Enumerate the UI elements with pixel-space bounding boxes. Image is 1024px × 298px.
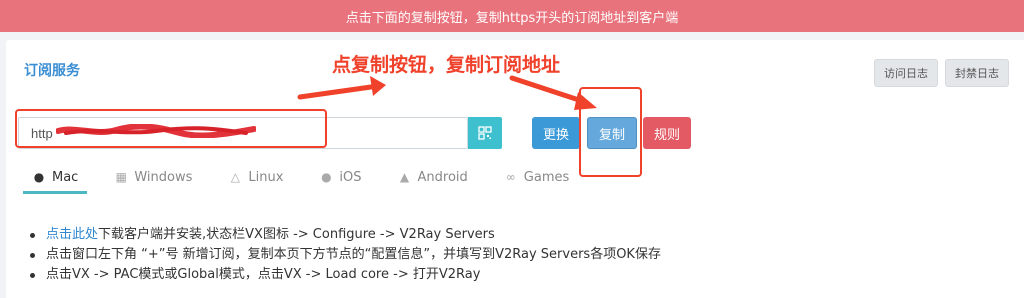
instruction-text: 点击窗口左下角 “+”号 新增订阅，复制本页下方节点的“配置信息”，并填写到V2… — [46, 247, 661, 262]
tab-games[interactable]: ∞ Games — [495, 160, 578, 194]
tab-android[interactable]: ▲ Android — [389, 160, 477, 194]
subscription-url-value: http — [31, 125, 53, 141]
qr-code-button[interactable] — [468, 117, 502, 149]
tab-label: Mac — [52, 169, 79, 185]
ban-log-button[interactable]: 封禁日志 — [945, 59, 1009, 87]
tab-label: Windows — [134, 169, 193, 185]
windows-icon: ▦ — [115, 170, 128, 184]
copy-button[interactable]: 复制 — [587, 117, 638, 149]
platform-tabs: ● Mac ▦ Windows △ Linux ● iOS ▲ Android … — [23, 160, 596, 194]
tab-label: Linux — [248, 169, 284, 185]
instruction-text: 下载客户端并安装,状态栏VX图标 -> Configure -> V2Ray S… — [98, 227, 495, 242]
linux-icon: △ — [230, 170, 240, 184]
tab-windows[interactable]: ▦ Windows — [105, 160, 201, 194]
instructions-list: 点击此处下载客户端并安装,状态栏VX图标 -> Configure -> V2R… — [28, 225, 661, 285]
notice-banner-text: 点击下面的复制按钮，复制https开头的订阅地址到客户端 — [345, 10, 679, 26]
android-icon: ▲ — [399, 170, 410, 184]
card-title: 订阅服务 — [24, 63, 80, 79]
rules-button[interactable]: 规则 — [643, 117, 692, 149]
qr-code-icon — [478, 126, 492, 140]
apple-icon: ● — [321, 170, 332, 184]
instruction-item: 点击VX -> PAC模式或Global模式，点击VX -> Load core… — [28, 265, 661, 285]
tab-mac[interactable]: ● Mac — [23, 160, 88, 194]
annotation-text: 点复制按钮，复制订阅地址 — [332, 54, 561, 76]
tab-linux[interactable]: △ Linux — [219, 160, 292, 194]
tab-ios[interactable]: ● iOS — [310, 160, 370, 194]
instruction-item: 点击此处下载客户端并安装,状态栏VX图标 -> Configure -> V2R… — [28, 225, 661, 245]
download-link[interactable]: 点击此处 — [46, 227, 98, 242]
tab-label: Games — [523, 169, 570, 185]
tab-label: iOS — [339, 169, 362, 185]
notice-banner: 点击下面的复制按钮，复制https开头的订阅地址到客户端 — [0, 0, 1024, 32]
instruction-text: 点击VX -> PAC模式或Global模式，点击VX -> Load core… — [46, 267, 481, 282]
tab-label: Android — [417, 169, 468, 185]
instruction-item: 点击窗口左下角 “+”号 新增订阅，复制本页下方节点的“配置信息”，并填写到V2… — [28, 245, 661, 265]
gamepad-icon: ∞ — [505, 170, 516, 184]
change-button[interactable]: 更换 — [532, 117, 581, 149]
access-log-button[interactable]: 访问日志 — [874, 59, 938, 87]
apple-icon: ● — [33, 170, 45, 184]
redaction-scribble — [56, 124, 256, 138]
